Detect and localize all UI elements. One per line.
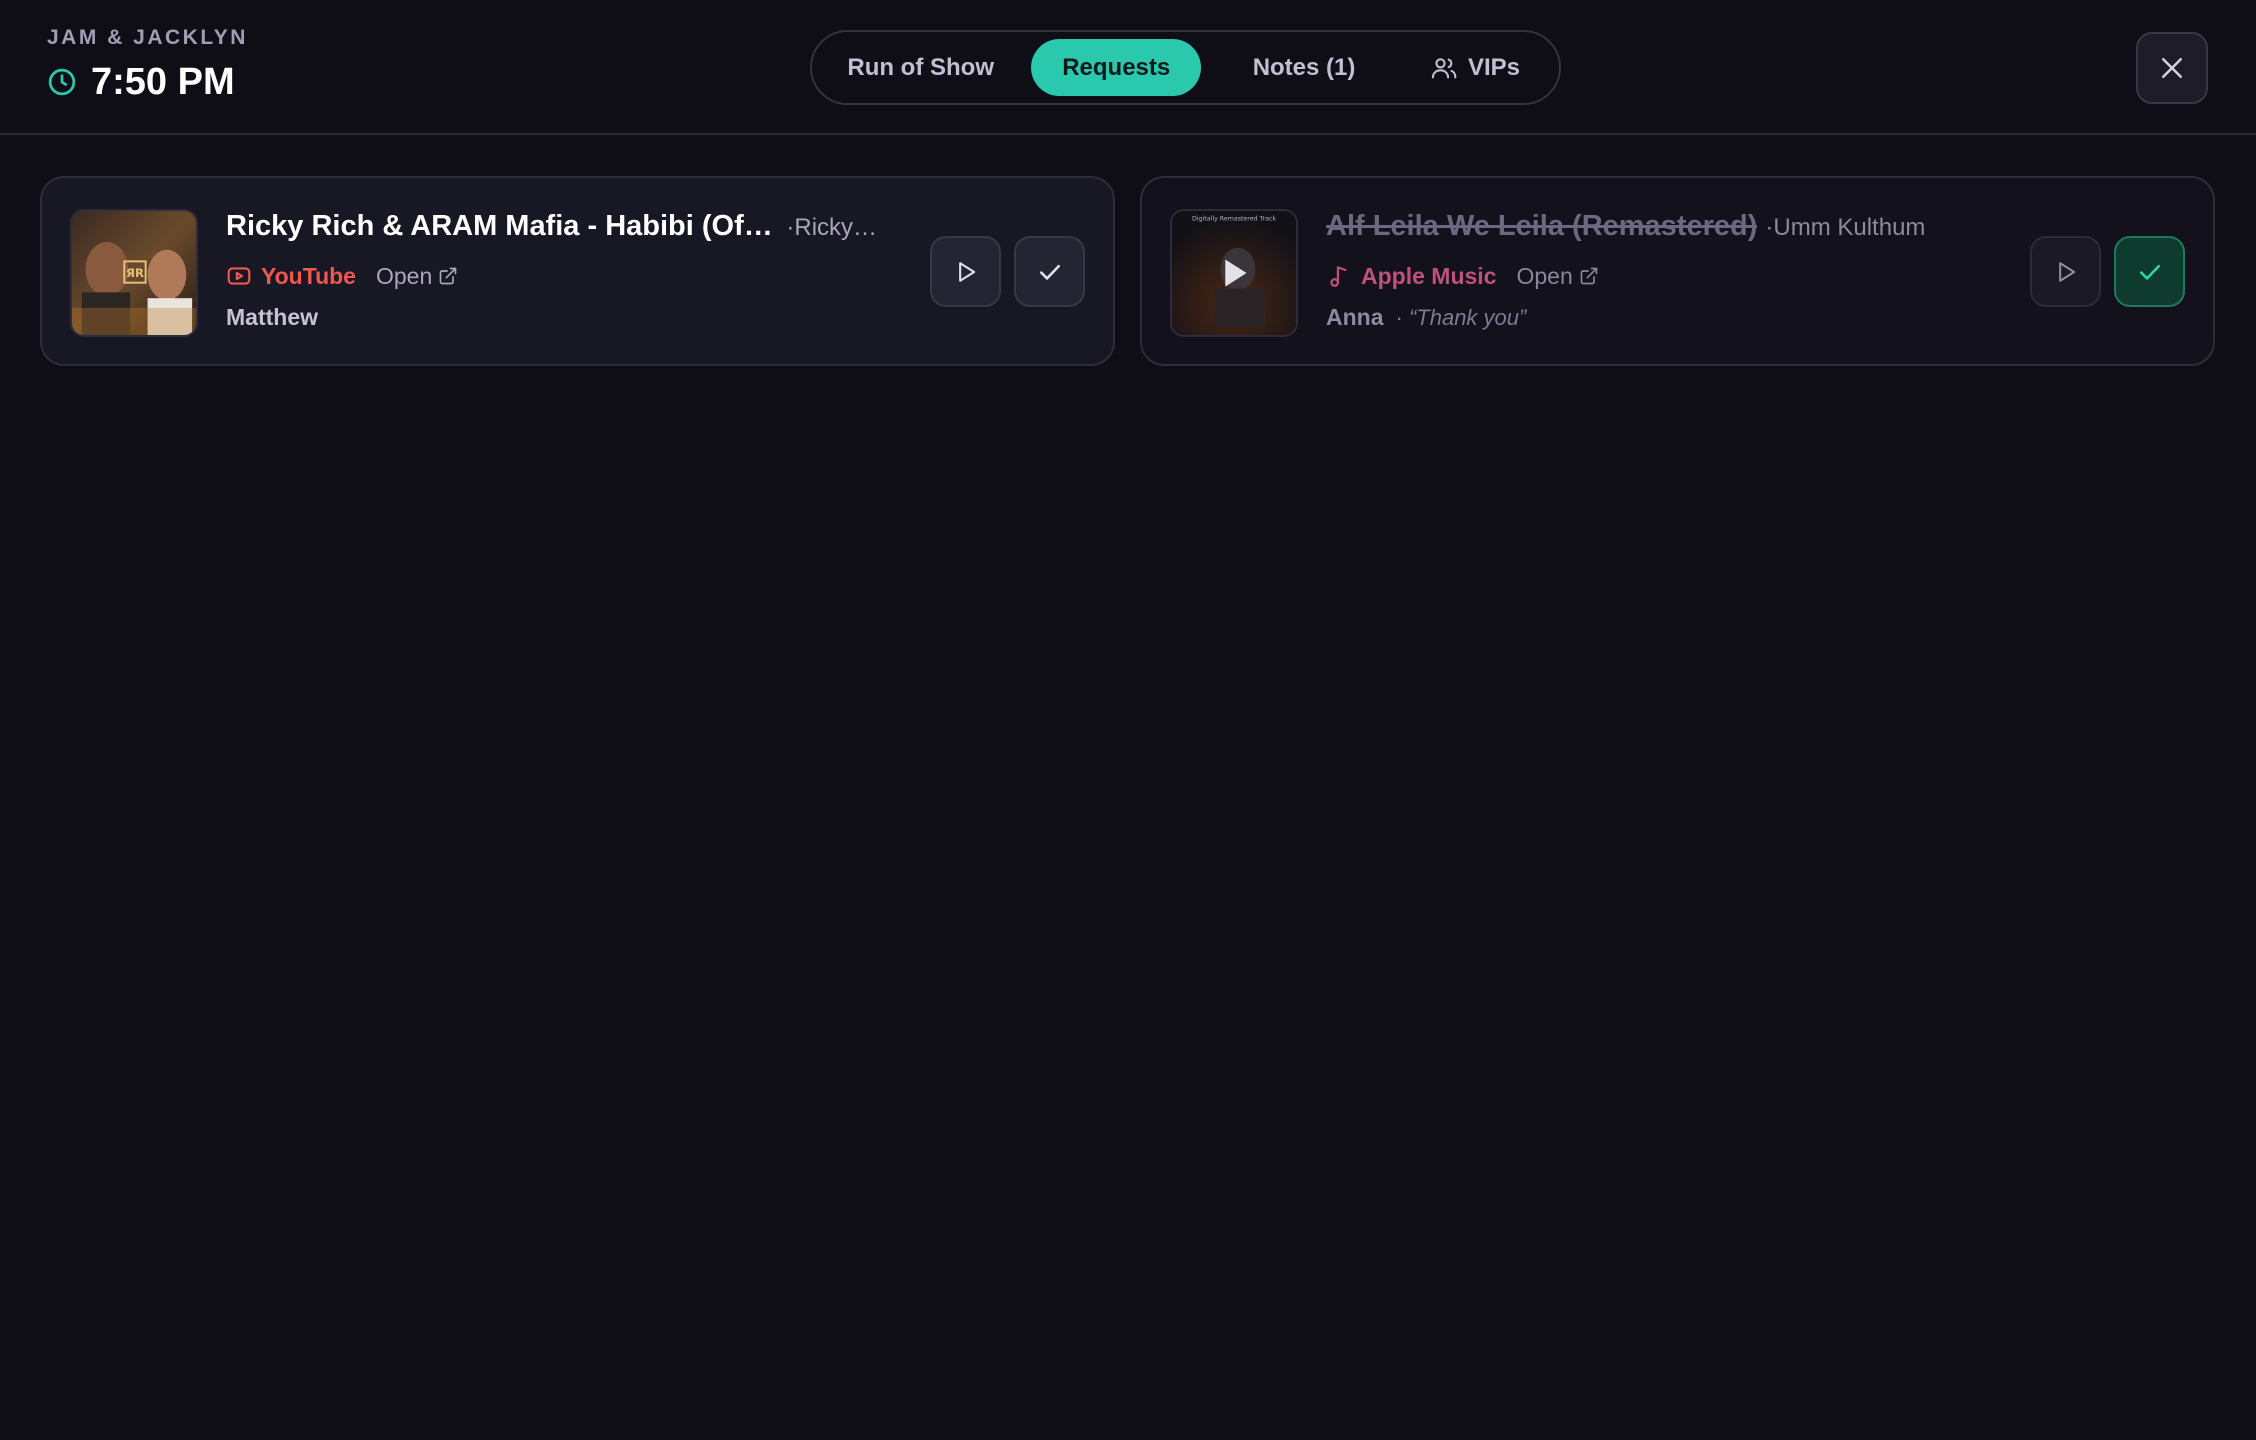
track-thumbnail: Digitally Remastered Track	[1170, 209, 1298, 337]
play-icon	[2058, 261, 2075, 282]
requester-name: Anna	[1326, 304, 1384, 330]
requester-note: “Thank you”	[1396, 305, 1526, 331]
tab-label: Run of Show	[847, 53, 994, 81]
track-artist: Umm Kulthum	[1765, 214, 1925, 242]
mark-played-button[interactable]	[2114, 236, 2185, 307]
track-title: Ricky Rich & ARAM Mafia - Habibi (Off…	[226, 210, 779, 242]
top-bar: JAM & JACKLYN 7:50 PM Run of Show Reques…	[0, 0, 2256, 135]
play-icon	[958, 261, 975, 282]
check-icon	[2139, 264, 2160, 280]
open-link[interactable]: Open	[376, 263, 458, 290]
open-label: Open	[1516, 262, 1573, 289]
source-badge: YouTube	[226, 263, 356, 290]
requester-name: Matthew	[226, 304, 318, 330]
external-link-icon	[1580, 267, 1598, 285]
track-artist: Ricky …	[786, 214, 883, 242]
close-button[interactable]	[2136, 32, 2208, 104]
title-row: Alf Leila We Leila (Remastered) Umm Kult…	[1326, 210, 1983, 250]
requester-row: Anna “Thank you”	[1326, 304, 1983, 338]
mark-played-button[interactable]	[1014, 236, 1085, 307]
clock-icon	[48, 68, 76, 96]
source-label: YouTube	[261, 262, 356, 289]
tab-label: VIPs	[1467, 53, 1520, 81]
track-title: Alf Leila We Leila (Remastered)	[1326, 210, 1758, 242]
check-icon	[1039, 264, 1060, 280]
tab-label: Requests	[1062, 53, 1171, 81]
external-link-icon	[439, 267, 457, 285]
open-link[interactable]: Open	[1516, 263, 1598, 290]
tab-vips[interactable]: VIPs	[1401, 39, 1549, 96]
tab-requests[interactable]: Requests	[1031, 39, 1202, 96]
clock-time: 7:50 PM	[91, 60, 235, 103]
track-thumbnail: ЯR	[70, 209, 198, 337]
youtube-icon	[227, 267, 251, 285]
tab-label: Notes (1)	[1252, 53, 1356, 81]
title-row: Ricky Rich & ARAM Mafia - Habibi (Off… R…	[226, 210, 883, 250]
request-info: Ricky Rich & ARAM Mafia - Habibi (Off… R…	[226, 210, 883, 338]
request-card: ЯR Ricky Rich & ARAM Mafia - Habibi (Off…	[40, 176, 1115, 366]
tab-notes[interactable]: Notes (1)	[1225, 39, 1383, 96]
source-row: Apple Music Open	[1326, 258, 1983, 294]
request-actions	[930, 236, 1085, 307]
source-row: YouTube Open	[226, 258, 883, 294]
source-badge: Apple Music	[1326, 263, 1496, 290]
request-info: Alf Leila We Leila (Remastered) Umm Kult…	[1326, 210, 1983, 338]
thumbnail-image: Digitally Remastered Track	[1172, 211, 1296, 335]
play-button[interactable]	[2030, 236, 2101, 307]
current-time: 7:50 PM	[47, 58, 235, 106]
thumbnail-image: ЯR	[72, 211, 196, 335]
close-icon	[2162, 58, 2182, 78]
request-card: Digitally Remastered Track Alf Leila We …	[1140, 176, 2215, 366]
users-icon	[1431, 57, 1457, 78]
requester-row: Matthew	[226, 304, 883, 338]
event-name: JAM & JACKLYN	[47, 26, 248, 49]
thumbnail-caption: Digitally Remastered Track	[1192, 216, 1276, 223]
open-label: Open	[375, 262, 433, 289]
svg-text:ЯR: ЯR	[126, 266, 144, 280]
request-actions	[2030, 236, 2185, 307]
tab-run-of-show[interactable]: Run of Show	[822, 39, 1019, 96]
play-button[interactable]	[930, 236, 1001, 307]
music-note-icon	[1330, 266, 1347, 287]
view-tabs: Run of Show Requests Notes (1) VIPs	[810, 30, 1561, 105]
source-label: Apple Music	[1361, 262, 1497, 289]
